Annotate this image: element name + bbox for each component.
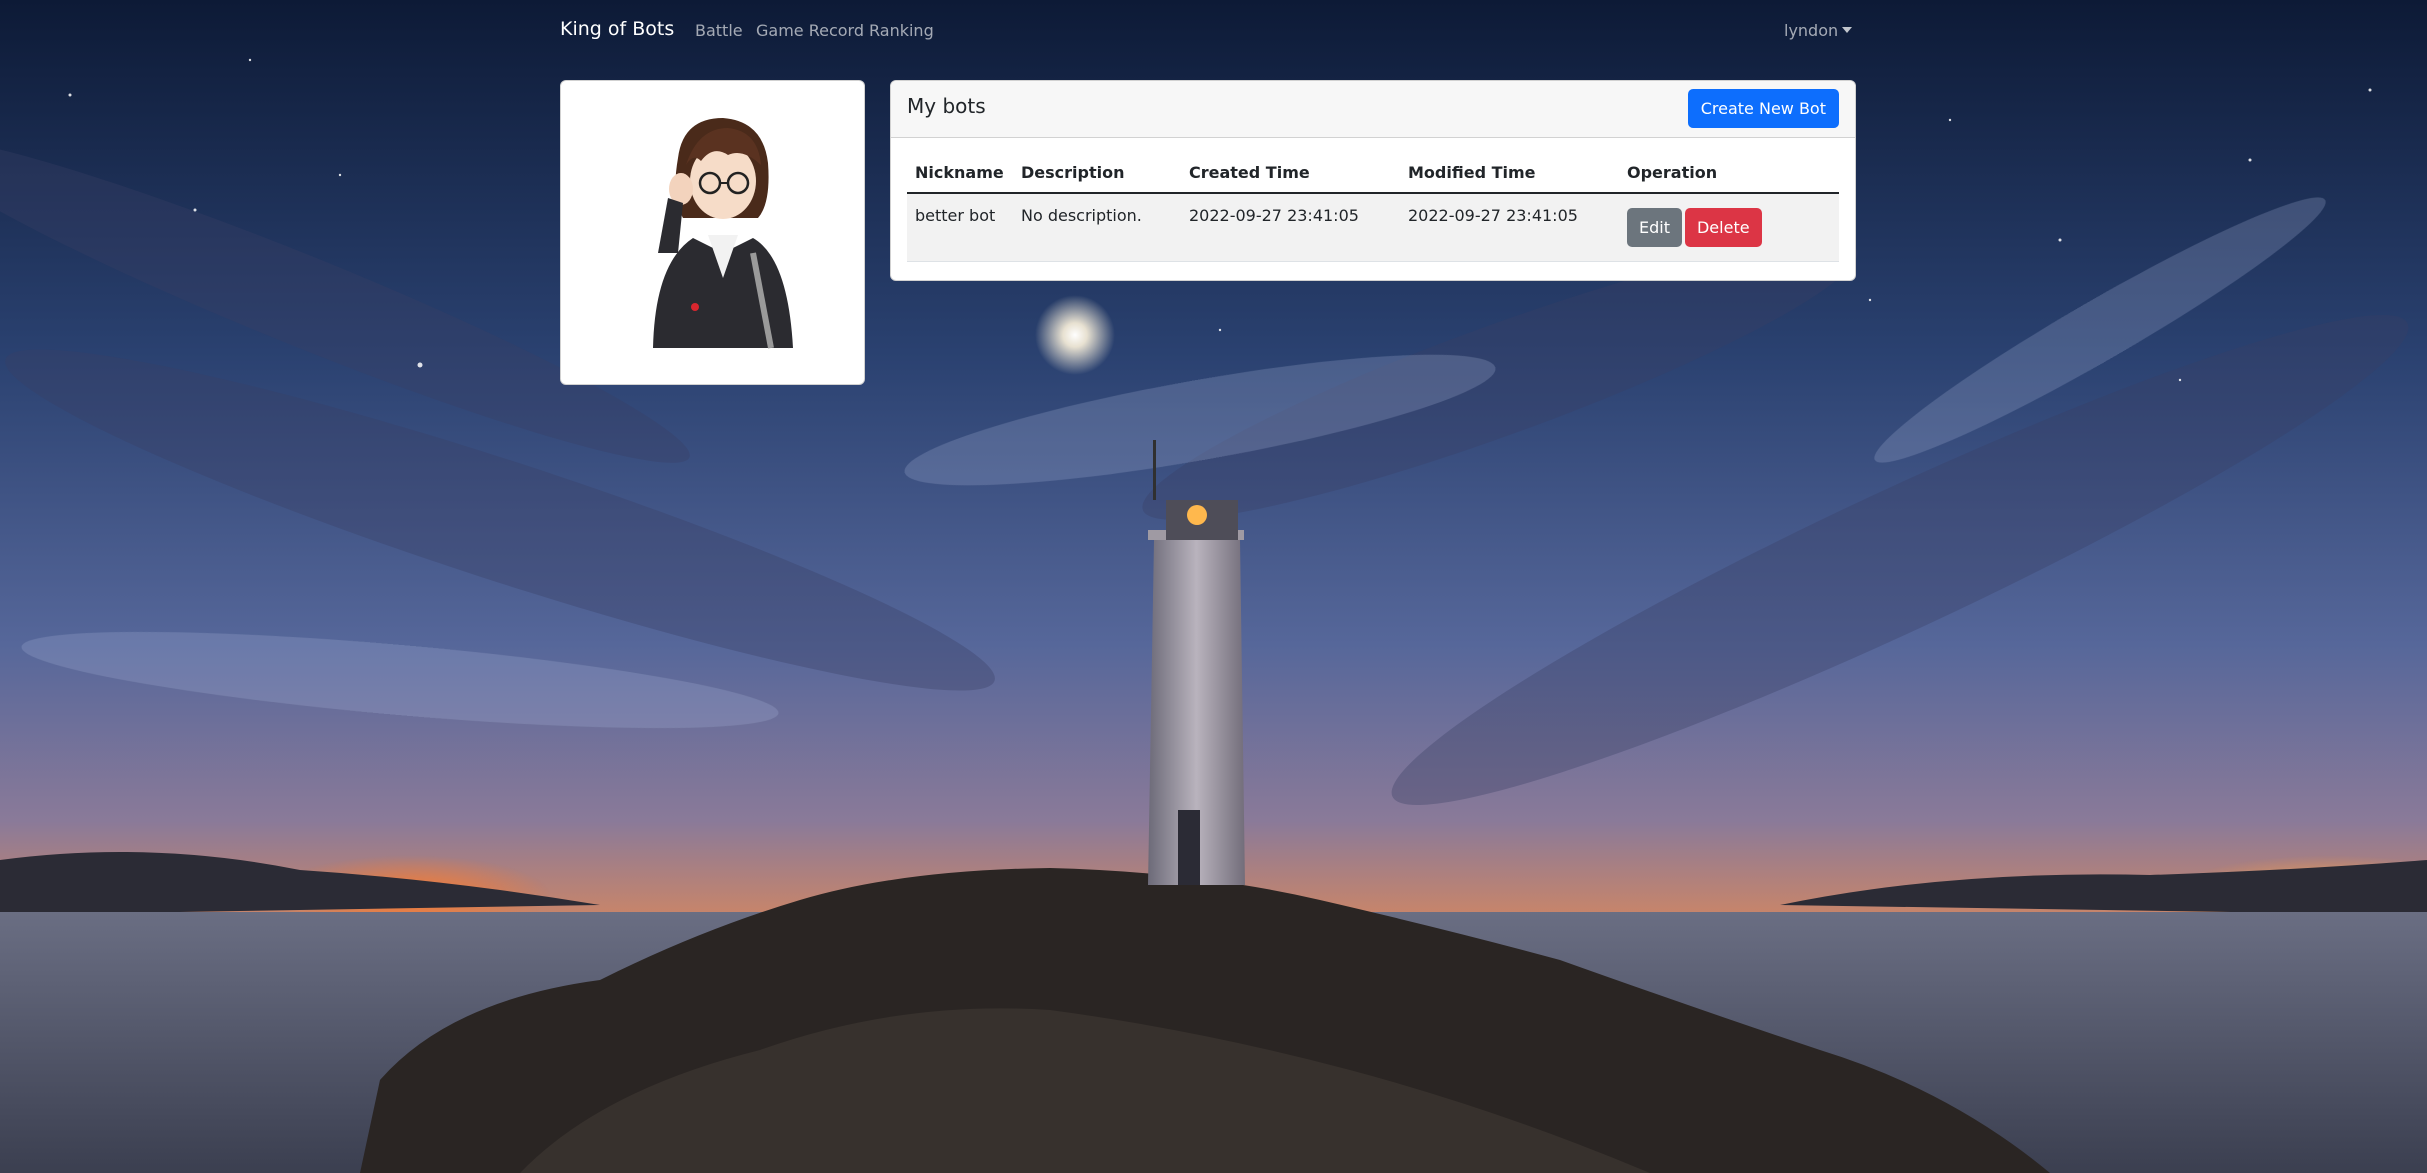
column-header-description: Description bbox=[1013, 153, 1181, 194]
user-name: lyndon bbox=[1784, 21, 1839, 40]
create-new-bot-button[interactable]: Create New Bot bbox=[1687, 89, 1839, 128]
page: King of Bots Battle Game Record Ranking … bbox=[0, 0, 2427, 1173]
avatar bbox=[583, 103, 844, 364]
table-header-row: Nickname Description Created Time Modifi… bbox=[907, 153, 1839, 194]
nav-link-ranking[interactable]: Ranking bbox=[869, 21, 934, 40]
column-header-modified-time: Modified Time bbox=[1400, 153, 1619, 194]
delete-button[interactable]: Delete bbox=[1684, 208, 1762, 247]
cell-nickname: better bot bbox=[907, 193, 1013, 262]
user-dropdown[interactable]: lyndon bbox=[1784, 21, 1853, 40]
cell-created-time: 2022-09-27 23:41:05 bbox=[1181, 193, 1400, 262]
cell-operation: Edit Delete bbox=[1619, 193, 1839, 262]
column-header-created-time: Created Time bbox=[1181, 153, 1400, 194]
card-header: My bots Create New Bot bbox=[891, 81, 1855, 138]
navbar: King of Bots Battle Game Record Ranking … bbox=[0, 0, 2427, 62]
column-header-operation: Operation bbox=[1619, 153, 1839, 194]
cell-modified-time: 2022-09-27 23:41:05 bbox=[1400, 193, 1619, 262]
brand-link[interactable]: King of Bots bbox=[560, 18, 674, 40]
nav-link-game-record[interactable]: Game Record bbox=[756, 21, 864, 40]
caret-down-icon bbox=[1842, 27, 1853, 33]
card-title: My bots bbox=[907, 94, 986, 118]
bots-table: Nickname Description Created Time Modifi… bbox=[907, 153, 1839, 262]
column-header-nickname: Nickname bbox=[907, 153, 1013, 194]
edit-button[interactable]: Edit bbox=[1627, 208, 1682, 247]
table-row: better bot No description. 2022-09-27 23… bbox=[907, 193, 1839, 262]
my-bots-card: My bots Create New Bot Nickname Descript… bbox=[890, 80, 1856, 281]
nav-link-battle[interactable]: Battle bbox=[695, 21, 743, 40]
avatar-card bbox=[560, 80, 865, 385]
cell-description: No description. bbox=[1013, 193, 1181, 262]
